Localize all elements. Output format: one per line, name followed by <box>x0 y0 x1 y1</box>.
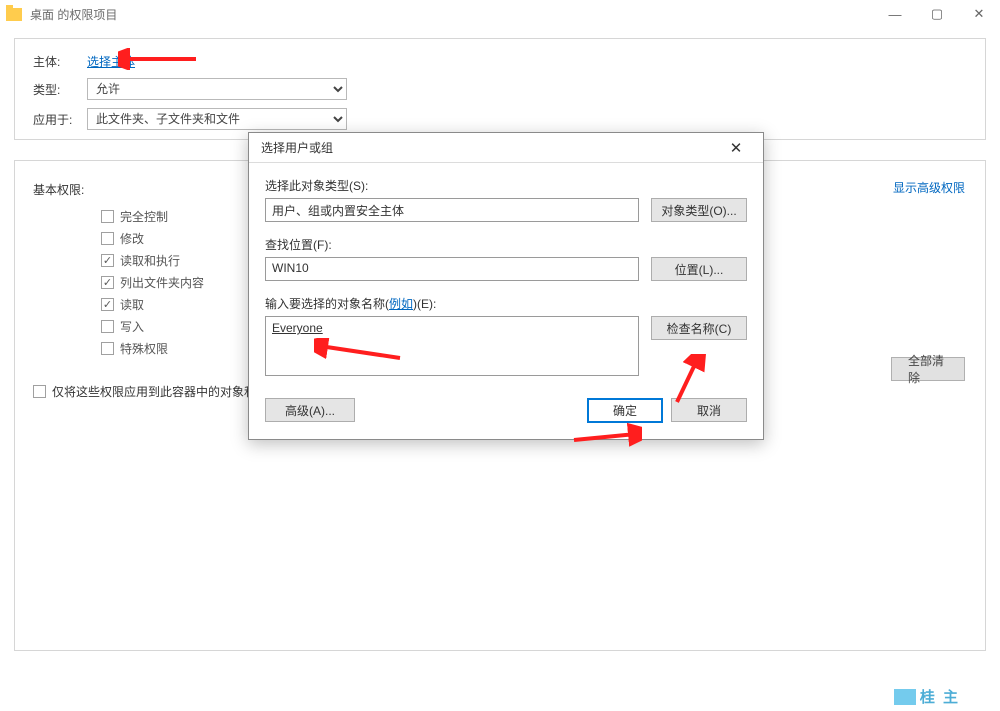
only-apply-label: 仅将这些权限应用到此容器中的对象和 <box>52 383 256 400</box>
applies-to-dropdown[interactable]: 此文件夹、子文件夹和文件 <box>87 108 347 130</box>
applies-to-label: 应用于: <box>33 111 87 128</box>
watermark: 桂 主 <box>894 686 960 707</box>
example-link[interactable]: 例如 <box>389 297 413 311</box>
watermark-text: 桂 主 <box>920 686 960 707</box>
select-principal-link[interactable]: 选择主体 <box>87 53 135 70</box>
permission-checkbox[interactable] <box>101 254 114 267</box>
permission-label: 特殊权限 <box>120 340 168 357</box>
window-titlebar: 桌面 的权限项目 — ▢ ✕ <box>0 0 1000 28</box>
advanced-button[interactable]: 高级(A)... <box>265 398 355 422</box>
permission-checkbox[interactable] <box>101 232 114 245</box>
minimize-button[interactable]: — <box>874 0 916 28</box>
show-advanced-permissions-link[interactable]: 显示高级权限 <box>893 179 965 196</box>
object-name-input[interactable]: Everyone <box>265 316 639 376</box>
object-type-button[interactable]: 对象类型(O)... <box>651 198 747 222</box>
principal-label: 主体: <box>33 53 87 70</box>
location-label: 查找位置(F): <box>265 236 747 253</box>
permission-label: 写入 <box>120 318 144 335</box>
cancel-button[interactable]: 取消 <box>671 398 747 422</box>
header-panel: 主体: 选择主体 类型: 允许 拒绝 应用于: 此文件夹、子文件夹和文件 <box>14 38 986 140</box>
permission-label: 读取和执行 <box>120 252 180 269</box>
check-names-button[interactable]: 检查名称(C) <box>651 316 747 340</box>
type-label: 类型: <box>33 81 87 98</box>
permission-label: 读取 <box>120 296 144 313</box>
clear-all-button[interactable]: 全部清除 <box>891 357 965 381</box>
permission-label: 修改 <box>120 230 144 247</box>
window-controls: — ▢ ✕ <box>874 0 1000 28</box>
dialog-titlebar: 选择用户或组 ✕ <box>249 133 763 163</box>
permission-checkbox[interactable] <box>101 320 114 333</box>
close-button[interactable]: ✕ <box>958 0 1000 28</box>
ok-button[interactable]: 确定 <box>587 398 663 423</box>
maximize-button[interactable]: ▢ <box>916 0 958 28</box>
location-button[interactable]: 位置(L)... <box>651 257 747 281</box>
permission-label: 列出文件夹内容 <box>120 274 204 291</box>
window-title: 桌面 的权限项目 <box>30 6 117 23</box>
enter-names-label: 输入要选择的对象名称(例如)(E): <box>265 295 747 312</box>
object-type-label: 选择此对象类型(S): <box>265 177 747 194</box>
permission-checkbox[interactable] <box>101 276 114 289</box>
entered-object-name: Everyone <box>272 321 323 335</box>
permission-label: 完全控制 <box>120 208 168 225</box>
object-type-field: 用户、组或内置安全主体 <box>265 198 639 222</box>
permission-checkbox[interactable] <box>101 342 114 355</box>
permission-checkbox[interactable] <box>101 298 114 311</box>
folder-icon <box>6 8 22 21</box>
dialog-footer: 高级(A)... 确定 取消 <box>249 398 763 439</box>
permission-checkbox[interactable] <box>101 210 114 223</box>
type-dropdown[interactable]: 允许 拒绝 <box>87 78 347 100</box>
dialog-close-button[interactable]: ✕ <box>717 134 755 162</box>
only-apply-checkbox[interactable] <box>33 385 46 398</box>
select-user-or-group-dialog: 选择用户或组 ✕ 选择此对象类型(S): 用户、组或内置安全主体 对象类型(O)… <box>248 132 764 440</box>
dialog-title: 选择用户或组 <box>261 139 333 156</box>
watermark-logo-icon <box>894 689 916 705</box>
location-field: WIN10 <box>265 257 639 281</box>
